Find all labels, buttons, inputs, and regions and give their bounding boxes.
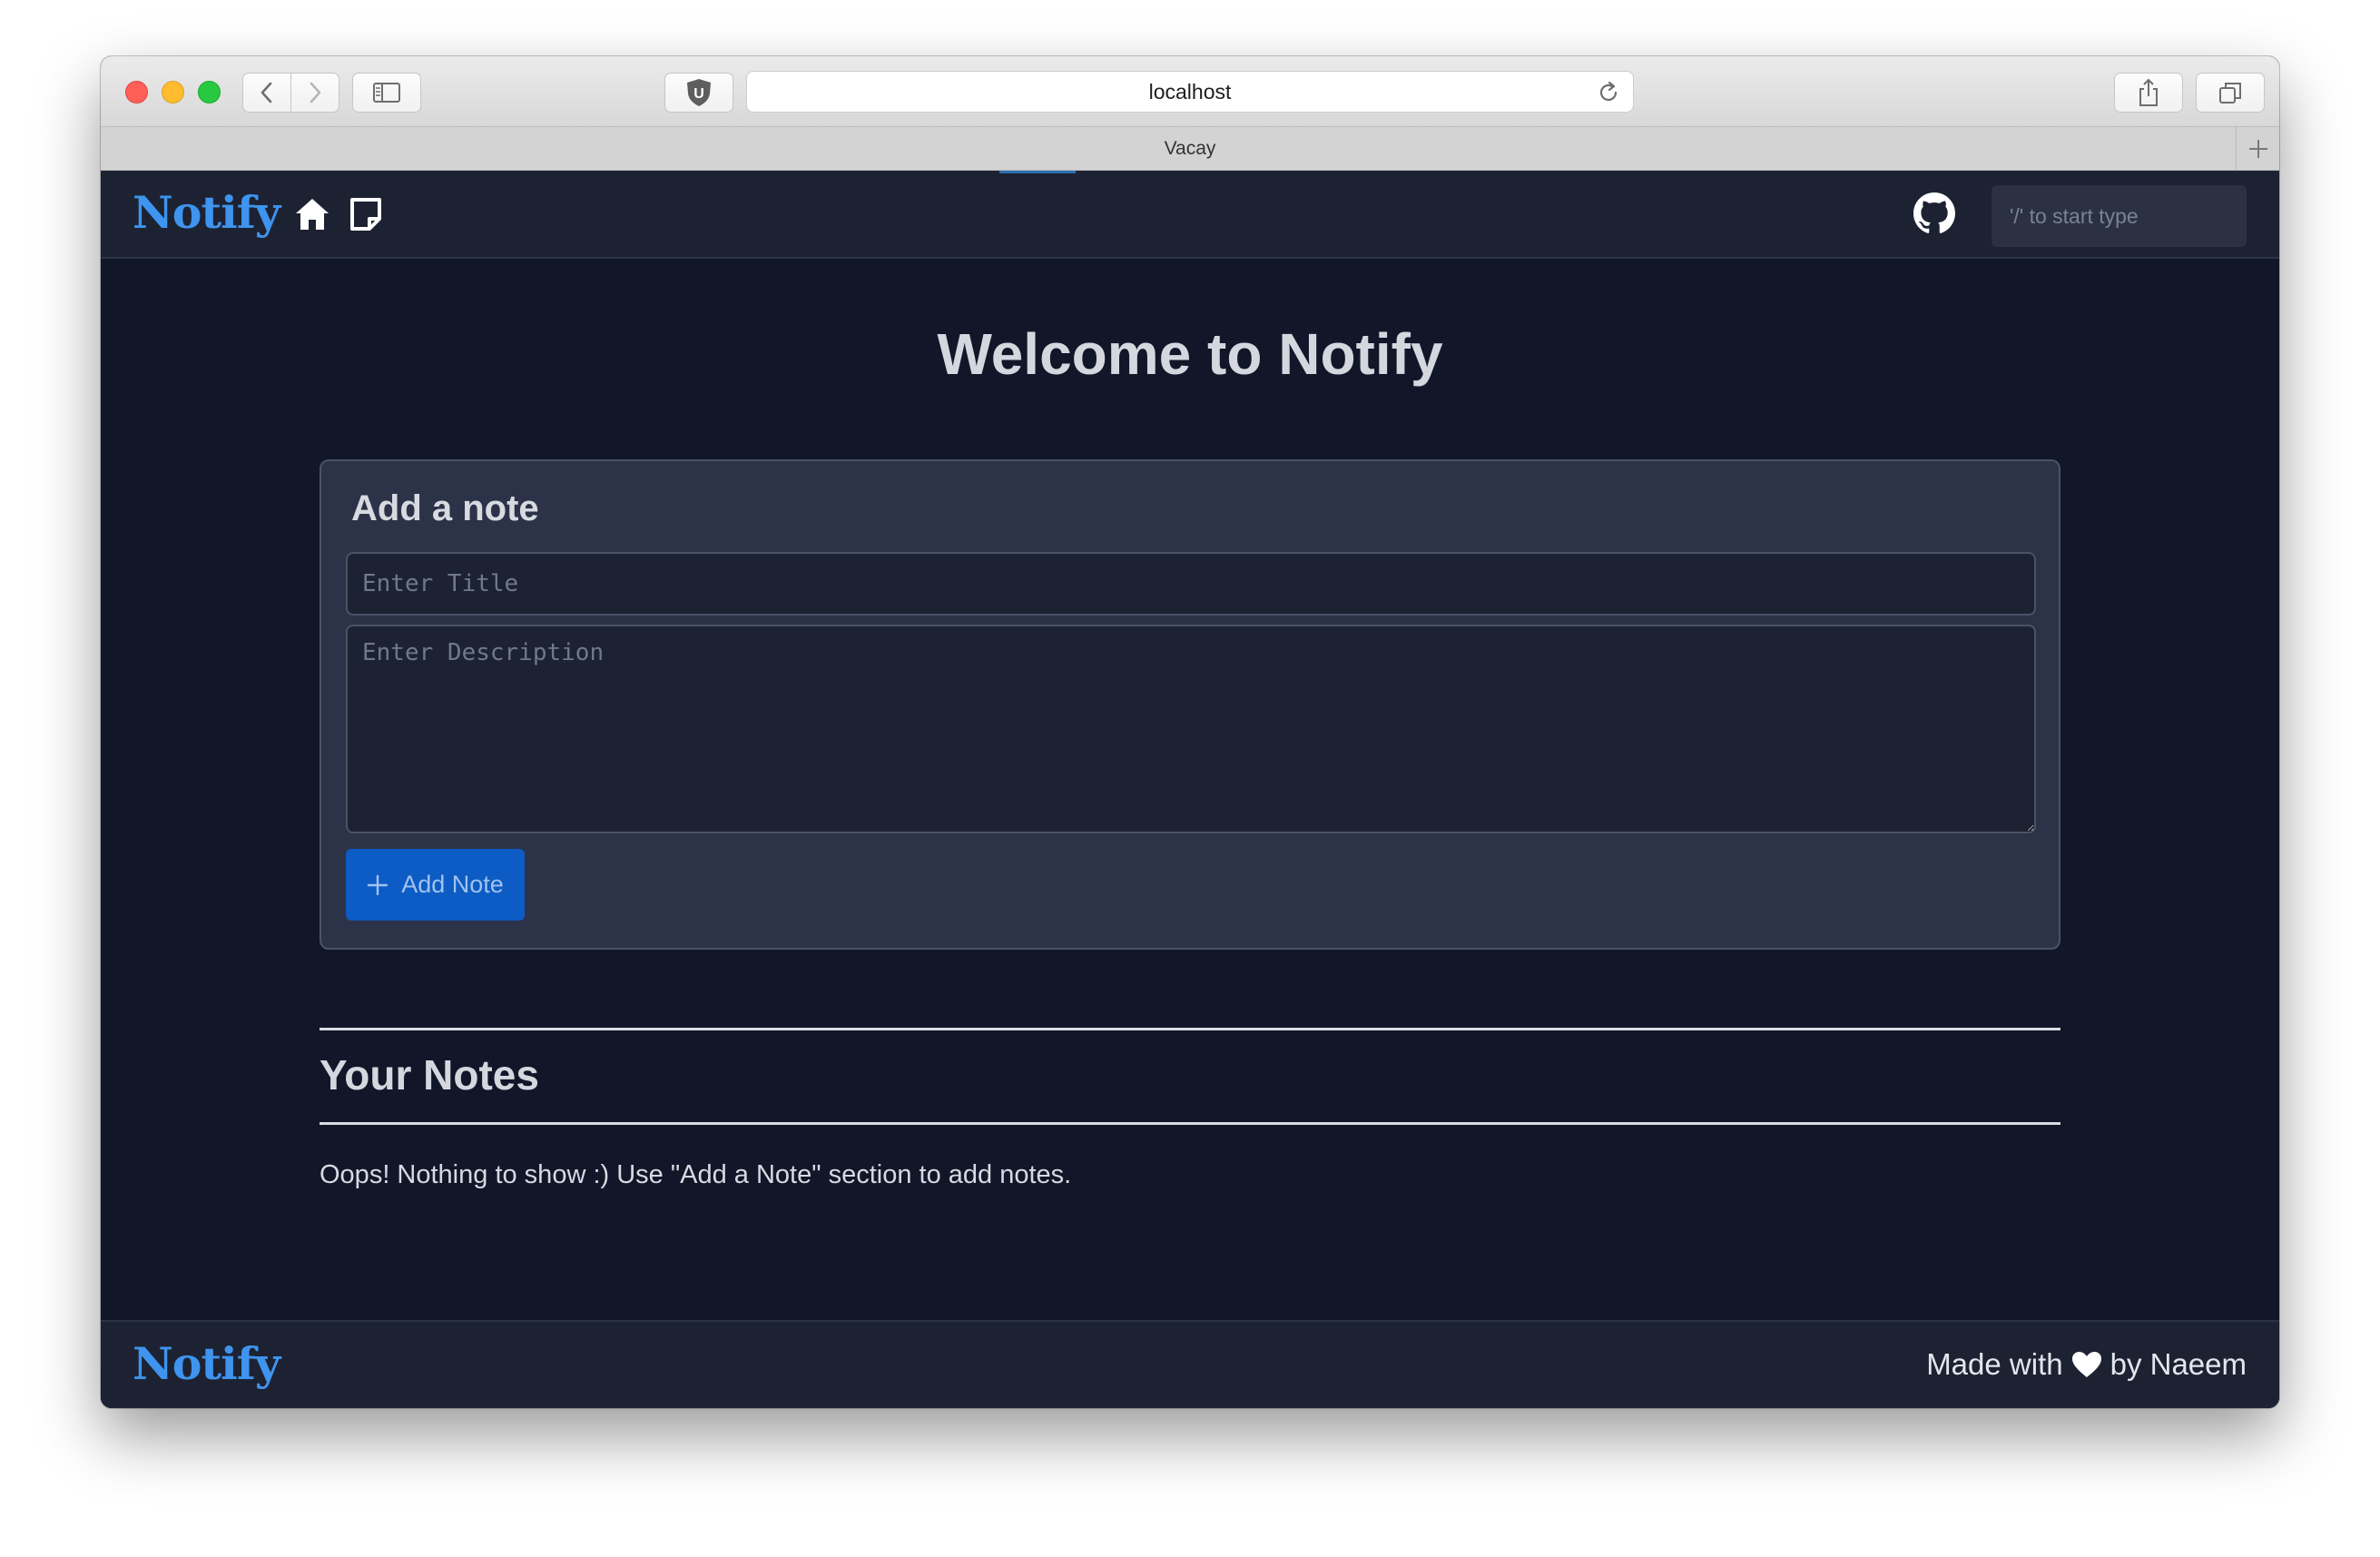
extension-button[interactable]: U (664, 73, 733, 113)
new-tab-button[interactable] (2236, 127, 2279, 170)
zoom-window-button[interactable] (198, 81, 221, 103)
note-icon[interactable] (346, 194, 386, 234)
footer-credit: Made with by Naeem (1926, 1347, 2247, 1382)
add-note-card: Add a note Add Note (320, 459, 2060, 950)
share-icon (2139, 78, 2158, 106)
made-with-text: Made with (1926, 1347, 2063, 1381)
address-bar[interactable]: localhost (746, 71, 1634, 113)
sidebar-toggle-button[interactable] (352, 73, 421, 113)
plus-icon (368, 874, 388, 895)
divider-bottom (320, 1122, 2060, 1125)
chevron-right-icon (310, 82, 321, 103)
plus-icon (2248, 139, 2267, 158)
browser-toolbar: U localhost (101, 56, 2279, 127)
minimize-window-button[interactable] (162, 81, 184, 103)
shield-label: U (693, 86, 704, 102)
author-text: by Naeem (2110, 1347, 2247, 1381)
home-icon[interactable] (292, 194, 332, 234)
page-title: Welcome to Notify (937, 321, 1443, 387)
heart-icon (2071, 1352, 2101, 1377)
loading-indicator (999, 171, 1076, 173)
divider-top (320, 1028, 2060, 1030)
github-icon[interactable] (1913, 192, 1955, 234)
browser-window: U localhost Vacay Notify '/' to start ty… (101, 56, 2279, 1408)
search-input[interactable] (1992, 185, 2247, 247)
page-content: Notify Welcome to Notify Add a note (101, 171, 2279, 1408)
back-button[interactable] (242, 73, 291, 113)
tabs-overview-icon (2219, 83, 2241, 103)
show-tabs-button[interactable] (2196, 73, 2265, 113)
footer: Notify Made with by Naeem (101, 1320, 2279, 1408)
navbar: Notify (101, 171, 2279, 259)
add-note-button[interactable]: Add Note (346, 849, 525, 921)
add-note-button-label: Add Note (401, 871, 504, 898)
reload-icon[interactable] (1597, 81, 1620, 104)
brand-logo[interactable]: Notify (133, 186, 280, 239)
note-title-input[interactable] (346, 552, 2036, 616)
shield-icon: U (687, 79, 711, 106)
tab-title[interactable]: Vacay (1165, 138, 1216, 160)
add-note-heading: Add a note (351, 488, 539, 528)
forward-button[interactable] (290, 73, 339, 113)
chevron-left-icon (261, 82, 272, 103)
tab-bar: Vacay (101, 127, 2279, 171)
footer-brand-logo[interactable]: Notify (133, 1337, 280, 1390)
sidebar-icon (373, 83, 400, 103)
empty-notes-message: Oops! Nothing to show :) Use "Add a Note… (320, 1160, 1072, 1189)
share-button[interactable] (2114, 73, 2183, 113)
notes-section-heading: Your Notes (320, 1051, 539, 1099)
url-text: localhost (1148, 79, 1232, 103)
note-description-input[interactable] (346, 625, 2036, 833)
close-window-button[interactable] (125, 81, 148, 103)
